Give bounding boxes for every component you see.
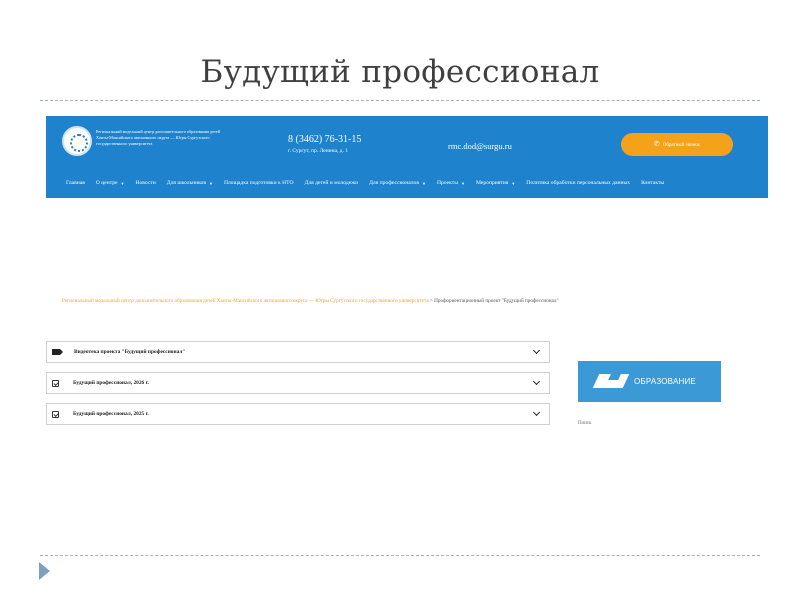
email-link[interactable]: rmc.dod@surgu.ru (448, 141, 512, 151)
education-banner-text: ОБРАЗОВАНИЕ (634, 377, 696, 386)
slide-arrow-icon (39, 562, 50, 580)
callback-button-label: Обратный звонок (662, 143, 701, 148)
caret-down-icon: ▼ (461, 180, 465, 186)
website-screenshot: Региональный модельный центр дополнитель… (46, 116, 768, 428)
breadcrumb-link[interactable]: Региональный модельный центр дополнитель… (62, 298, 429, 304)
site-header: Региональный модельный центр дополнитель… (46, 116, 768, 198)
accordion-item[interactable]: Видеотека проекта "Будущий профессионал" (46, 341, 550, 363)
top-divider (40, 100, 760, 101)
nav-item[interactable]: Для детей и молодежи (305, 180, 359, 186)
org-name: Региональный модельный центр дополнитель… (96, 129, 220, 146)
caret-down-icon: ▼ (209, 180, 213, 186)
accordion-label: Будущий профессионал, 2026 г. (73, 380, 149, 386)
video-icon (52, 349, 63, 355)
chevron-down-icon[interactable] (532, 408, 541, 417)
caret-down-icon: ▼ (422, 180, 426, 186)
callback-button[interactable]: ✆ Обратный звонок (621, 133, 733, 156)
breadcrumb-separator: > (429, 298, 433, 304)
phone-number[interactable]: 8 (3462) 76-31-15 (288, 134, 361, 145)
nav-item[interactable]: Для школьников ▼ (167, 180, 213, 186)
education-banner[interactable]: ОБРАЗОВАНИЕ (578, 361, 721, 402)
calendar-icon (52, 379, 59, 387)
nav-item[interactable]: Главная (66, 180, 85, 186)
accordion-item[interactable]: Будущий профессионал, 2025 г. (46, 403, 550, 425)
nav-item[interactable]: О центре ▼ (96, 180, 125, 186)
nav-item[interactable]: Мероприятия ▼ (476, 180, 515, 186)
caret-down-icon: ▼ (511, 180, 516, 186)
breadcrumb: Региональный модельный центр дополнитель… (62, 298, 762, 304)
main-nav: Главная О центре ▼ Новости Для школьников… (46, 176, 768, 190)
accordion-label: Видеотека проекта "Будущий профессионал" (74, 349, 186, 355)
phone-icon: ✆ (653, 140, 660, 148)
nav-item[interactable]: Политика обработки персональных данных (526, 180, 630, 186)
chevron-down-icon[interactable] (532, 377, 541, 386)
nav-item[interactable]: Площадка подготовки к НТО (224, 180, 294, 186)
nav-item[interactable]: Для профессионалов ▼ (369, 180, 426, 186)
slide-title: Будущий профессионал (200, 54, 600, 90)
chevron-down-icon[interactable] (532, 346, 541, 355)
bottom-divider (40, 555, 760, 556)
nav-item[interactable]: Новости (135, 180, 155, 186)
accordion-item[interactable]: Будущий профессионал, 2026 г. (46, 372, 550, 394)
education-logo-icon (596, 370, 628, 394)
nav-item[interactable]: Проекты ▼ (437, 180, 465, 186)
caret-down-icon: ▼ (120, 180, 125, 186)
breadcrumb-current: Профориентационный проект "Будущий профе… (434, 298, 559, 304)
accordion-label: Будущий профессионал, 2025 г. (73, 411, 149, 417)
nav-item[interactable]: Контакты (641, 180, 664, 186)
sidebar-label: Поиск (578, 421, 592, 426)
site-logo[interactable] (62, 126, 92, 156)
address: г. Сургут, пр. Ленина, д. 1 (288, 148, 349, 154)
calendar-icon (52, 410, 59, 418)
